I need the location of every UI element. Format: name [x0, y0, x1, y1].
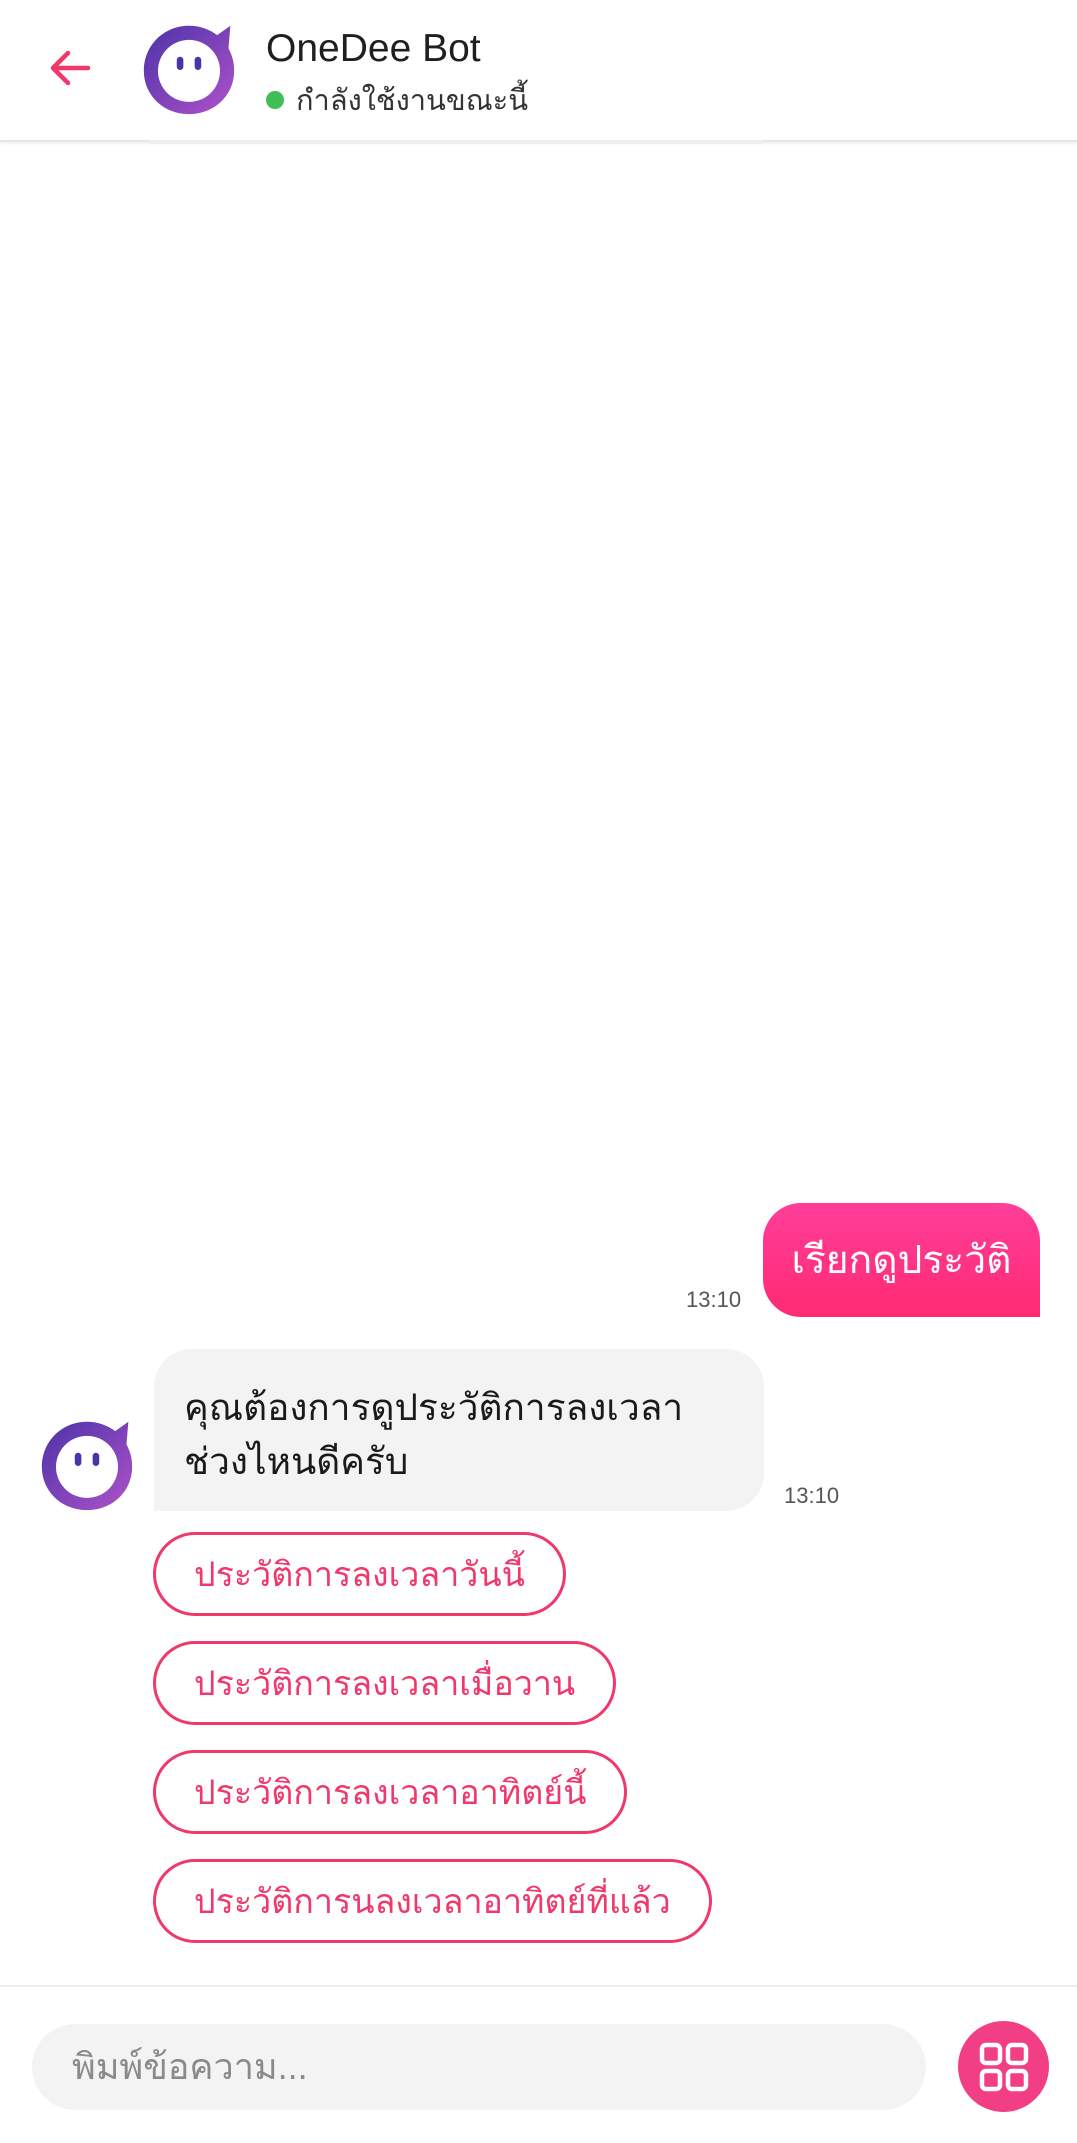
quick-reply-last-week[interactable]: ประวัติการนลงเวลาอาทิตย์ที่แล้ว — [153, 1859, 712, 1943]
quick-reply-this-week[interactable]: ประวัติการลงเวลาอาทิตย์นี้ — [153, 1750, 628, 1834]
bot-message-bubble: คุณต้องการดูประวัติการลงเวลา ช่วงไหนดีคร… — [154, 1349, 764, 1511]
bot-message-time: 13:10 — [784, 1483, 840, 1508]
message-input[interactable] — [32, 2024, 926, 2110]
grid-menu-icon — [979, 2042, 1028, 2091]
footer-divider — [0, 1985, 1077, 1987]
user-message-bubble: เรียกดูประวัติ — [763, 1203, 1040, 1317]
back-button[interactable] — [44, 42, 96, 94]
quick-reply-yesterday[interactable]: ประวัติการลงเวลาเมื่อวาน — [153, 1641, 617, 1725]
menu-button[interactable] — [958, 2021, 1049, 2112]
status-text: กำลังใช้งานขณะนี้ — [296, 85, 529, 117]
arrow-left-icon — [50, 50, 91, 86]
online-dot-icon — [266, 91, 284, 109]
bot-avatar-icon[interactable] — [142, 22, 236, 116]
online-status: กำลังใช้งานขณะนี้ — [266, 80, 528, 120]
user-message-text: เรียกดูประวัติ — [791, 1239, 1012, 1282]
quick-reply-today[interactable]: ประวัติการลงเวลาวันนี้ — [153, 1532, 566, 1616]
user-message-time: 13:10 — [686, 1287, 742, 1312]
chat-title: OneDee Bot — [266, 27, 481, 70]
bot-message-line: ช่วงไหนดีครับ — [184, 1441, 409, 1482]
bot-avatar-icon — [40, 1418, 134, 1512]
bot-message-line: คุณต้องการดูประวัติการลงเวลา — [184, 1387, 684, 1428]
chat-header: OneDee Bot กำลังใช้งานขณะนี้ — [0, 0, 1077, 142]
header-shadow — [150, 140, 762, 144]
